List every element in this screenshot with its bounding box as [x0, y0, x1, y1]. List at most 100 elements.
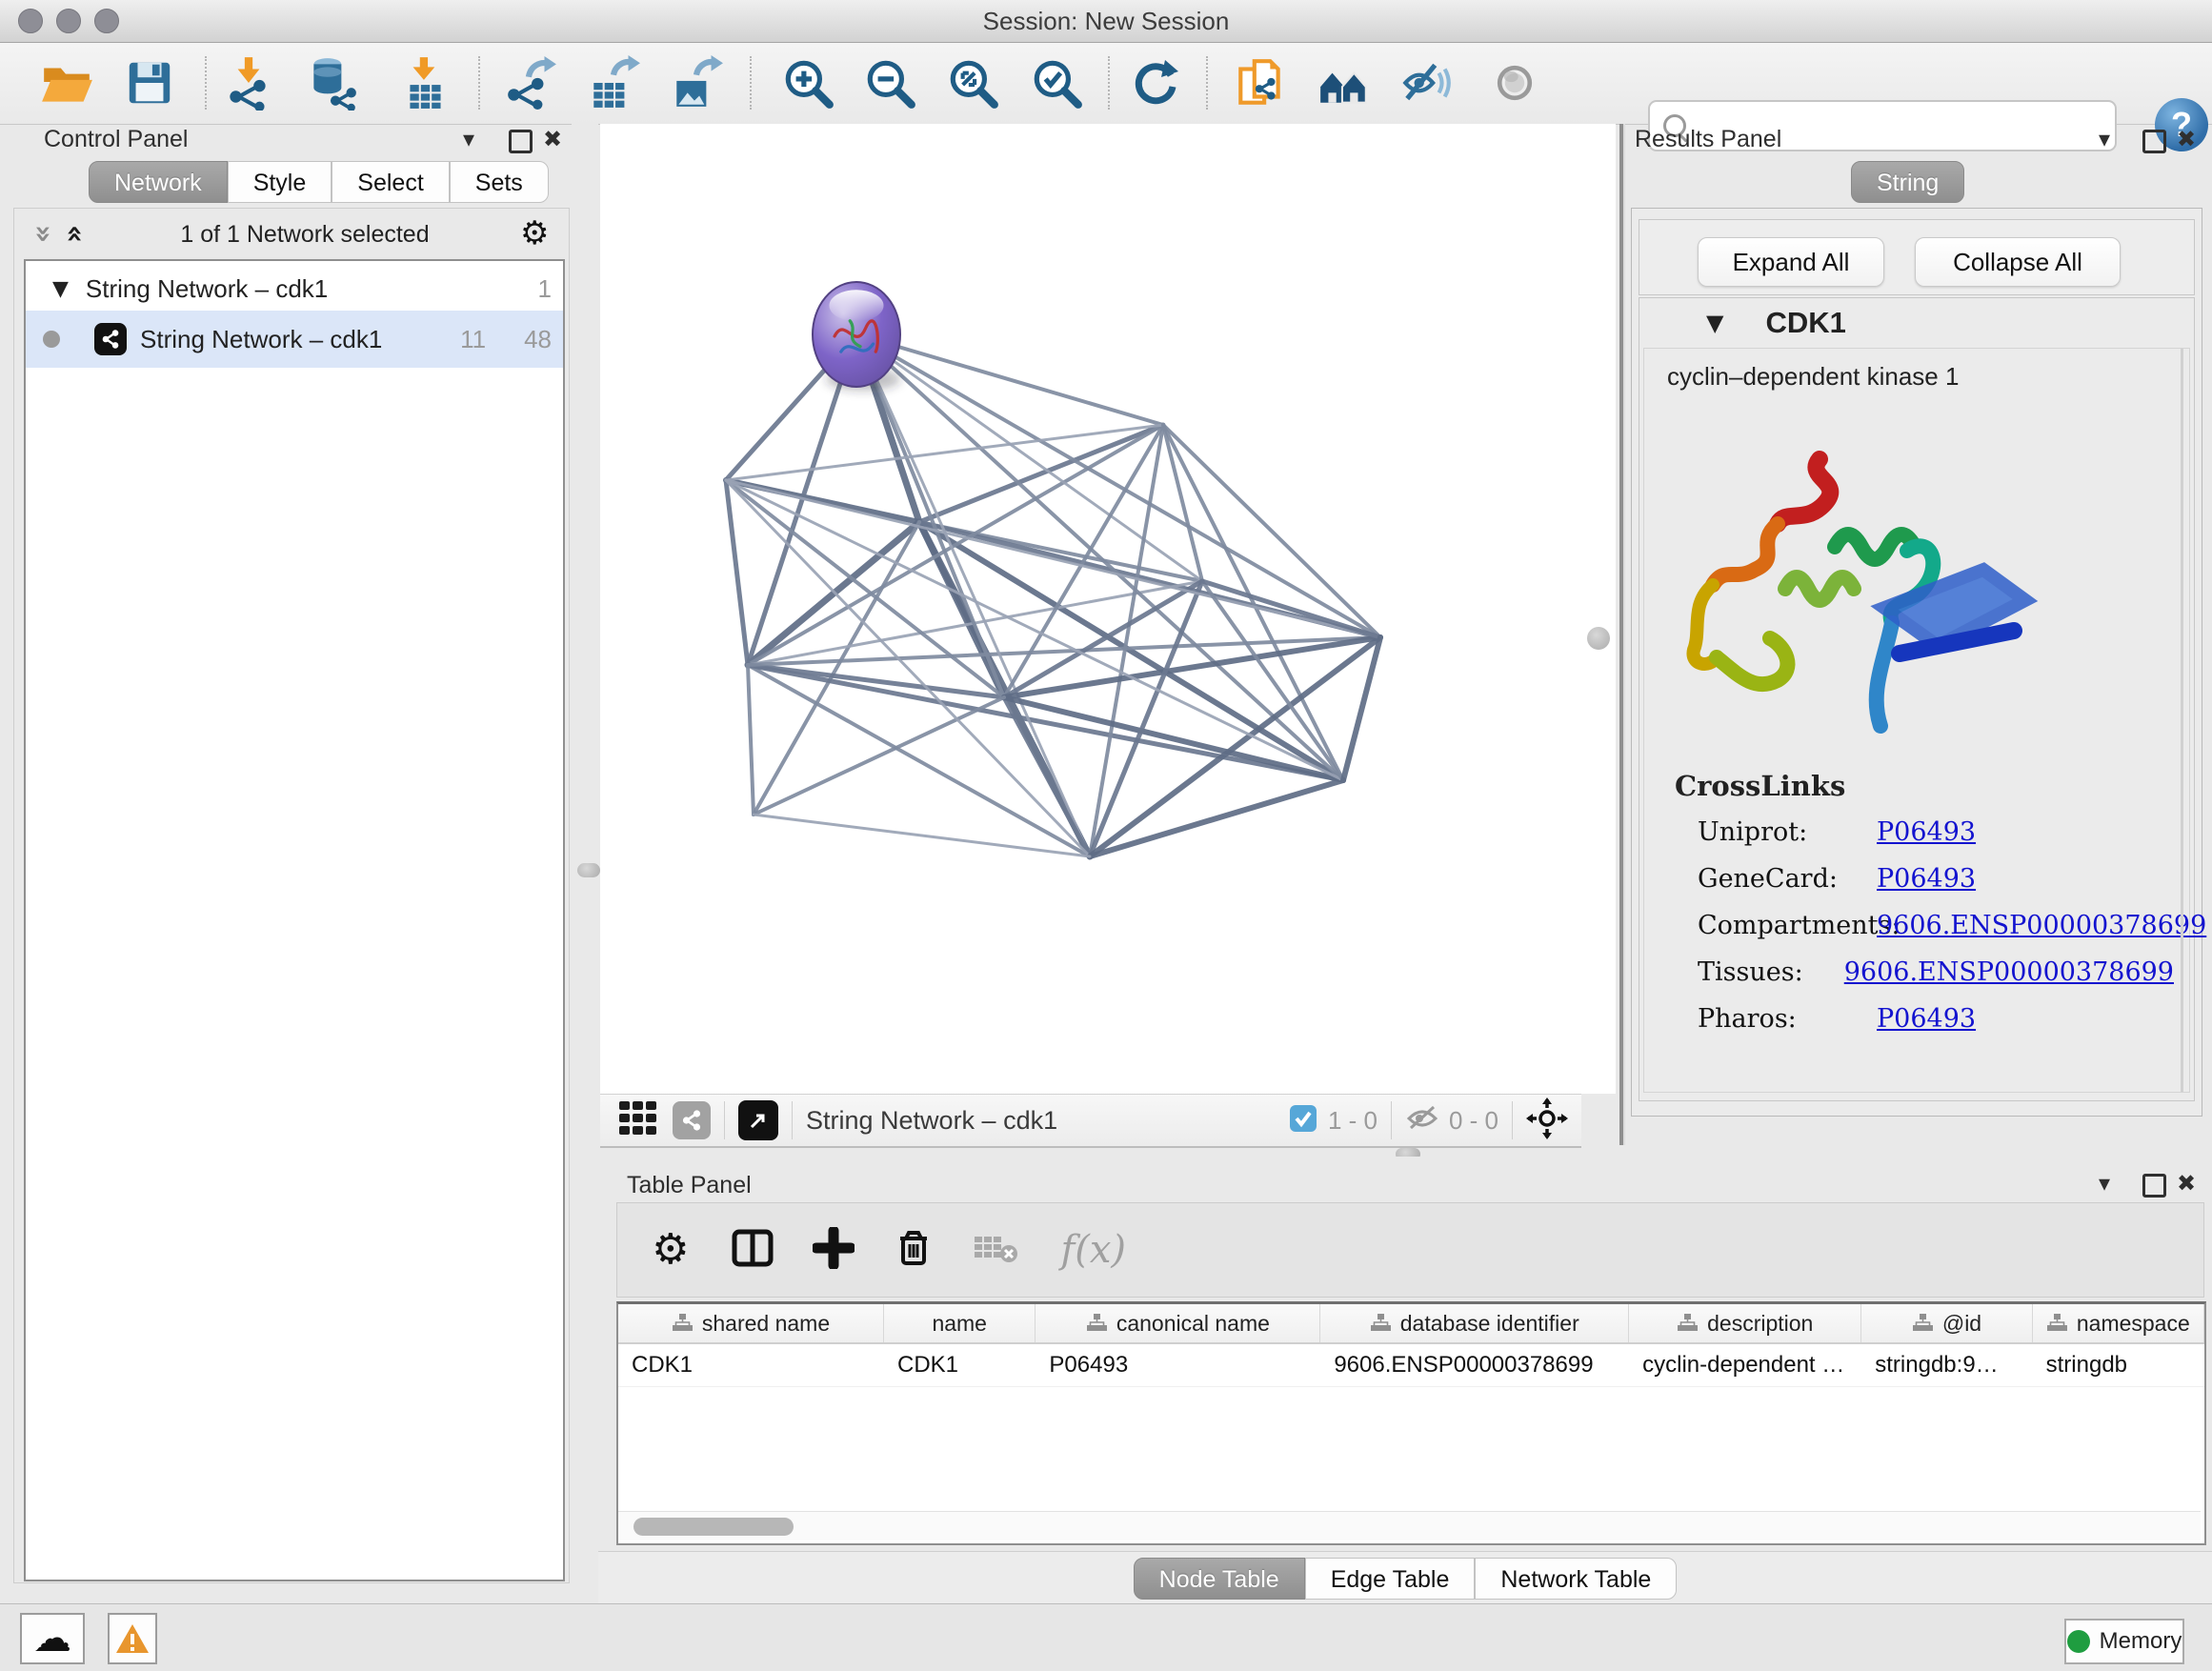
tab-style[interactable]: Style: [228, 161, 332, 203]
delete-column-icon[interactable]: [893, 1227, 935, 1274]
edge-CCNB2-CDKN1A[interactable]: [856, 334, 1343, 780]
collection-expander-icon[interactable]: ▼: [52, 277, 69, 301]
expand-all-networks-icon[interactable]: »: [57, 225, 90, 243]
crosslink-pharos-link[interactable]: P06493: [1877, 1004, 1976, 1034]
table-panel-float-button[interactable]: [2142, 1174, 2166, 1198]
table-hscrollbar-thumb[interactable]: [633, 1518, 794, 1536]
column-header-description[interactable]: description: [1629, 1304, 1861, 1342]
hide-details-button[interactable]: [1398, 54, 1456, 111]
show-columns-icon[interactable]: [731, 1226, 774, 1275]
column-header-database-identifier[interactable]: database identifier: [1320, 1304, 1629, 1342]
birdseye-grid-icon[interactable]: [617, 1097, 659, 1144]
results-divider[interactable]: [1619, 124, 1625, 1145]
tab-edge-table[interactable]: Edge Table: [1305, 1558, 1476, 1600]
zoom-in-button[interactable]: [779, 54, 836, 111]
node-CCNB2[interactable]: [813, 282, 900, 391]
control-panel-float-button[interactable]: [509, 130, 533, 153]
control-panel-gear-icon[interactable]: ⚙: [520, 217, 549, 250]
results-panel-close-button[interactable]: ✖: [2177, 125, 2196, 153]
table-hscrollbar[interactable]: [618, 1511, 2201, 1540]
zoom-out-button[interactable]: [861, 54, 918, 111]
edge-CCNB2-CCNA1[interactable]: [856, 334, 1163, 425]
right-splitter-handle[interactable]: [1587, 627, 1610, 650]
entry-expander-icon[interactable]: ▼: [1706, 310, 1723, 336]
crosslink-genecard-link[interactable]: P06493: [1877, 864, 1976, 894]
crosslink-uniprot-link[interactable]: P06493: [1877, 817, 1976, 847]
zoom-selected-button[interactable]: [1028, 54, 1085, 111]
export-image-button[interactable]: [668, 54, 725, 111]
export-network-button[interactable]: [502, 54, 559, 111]
result-entry-header[interactable]: ▼ CDK1: [1639, 298, 2194, 348]
tab-sets[interactable]: Sets: [450, 161, 549, 203]
import-database-button[interactable]: [303, 54, 360, 111]
control-panel-menu-button[interactable]: ▾: [463, 126, 474, 154]
pan-crosshair-icon[interactable]: [1526, 1097, 1568, 1144]
collapse-all-button[interactable]: Collapse All: [1915, 237, 2121, 287]
save-session-button[interactable]: [121, 54, 178, 111]
table-cell[interactable]: CDK1: [884, 1344, 1036, 1386]
tab-string[interactable]: String: [1851, 161, 1964, 203]
edge-CCNB2-RB1[interactable]: [856, 334, 1380, 637]
collapse-all-networks-icon[interactable]: »: [27, 225, 60, 243]
edge-CCNE1-CDKN1A[interactable]: [1090, 780, 1343, 856]
results-panel-menu-button[interactable]: ▾: [2099, 126, 2110, 154]
left-splitter[interactable]: [572, 124, 598, 1145]
table-gear-icon[interactable]: ⚙: [652, 1234, 689, 1266]
table-cell[interactable]: CDK1: [618, 1344, 884, 1386]
crosslink-tissues-link[interactable]: 9606.ENSP00000378699: [1844, 957, 2174, 987]
open-in-window-icon[interactable]: [738, 1100, 778, 1140]
table-cell[interactable]: P06493: [1036, 1344, 1320, 1386]
edge-CCNB1-CCNA2[interactable]: [748, 665, 1004, 697]
node-table[interactable]: shared namenamecanonical namedatabase id…: [616, 1301, 2206, 1545]
table-cell[interactable]: stringdb: [2033, 1344, 2204, 1386]
add-column-icon[interactable]: [813, 1227, 855, 1274]
table-cell[interactable]: 9606.ENSP00000378699: [1320, 1344, 1629, 1386]
tab-network[interactable]: Network: [89, 161, 228, 203]
edge-CCNB1-CDC25B[interactable]: [726, 480, 748, 665]
table-cell[interactable]: stringdb:9…: [1861, 1344, 2032, 1386]
tab-node-table[interactable]: Node Table: [1134, 1558, 1305, 1600]
network-canvas[interactable]: [600, 124, 1581, 1094]
column-header--id[interactable]: @id: [1861, 1304, 2032, 1342]
column-header-namespace[interactable]: namespace: [2033, 1304, 2204, 1342]
table-panel-menu-button[interactable]: ▾: [2099, 1170, 2110, 1198]
tab-select[interactable]: Select: [332, 161, 449, 203]
control-panel-close-button[interactable]: ✖: [543, 125, 562, 153]
left-splitter-handle[interactable]: [577, 863, 600, 877]
crosslink-compartments-link[interactable]: 9606.ENSP00000378699: [1877, 911, 2206, 940]
edge-CCNA2-HIST1H1A[interactable]: [754, 697, 1004, 815]
network-graph[interactable]: [600, 124, 1581, 1094]
refresh-button[interactable]: [1127, 54, 1184, 111]
open-session-button[interactable]: [38, 54, 95, 111]
edge-CCNB1-HIST1H1A[interactable]: [748, 665, 754, 815]
hidden-eye-icon[interactable]: [1405, 1101, 1439, 1140]
string-view-icon[interactable]: [673, 1101, 711, 1139]
function-builder-button[interactable]: f(x): [1060, 1228, 1126, 1272]
results-panel-float-button[interactable]: [2142, 130, 2166, 153]
cloud-status-button[interactable]: ☁: [20, 1613, 85, 1664]
neighborhood-button[interactable]: [1316, 54, 1373, 111]
column-header-shared-name[interactable]: shared name: [618, 1304, 884, 1342]
warnings-button[interactable]: [108, 1613, 157, 1664]
network-row-selected[interactable]: String Network – cdk1 11 48: [26, 311, 563, 368]
selected-checkbox-icon[interactable]: [1288, 1103, 1318, 1138]
export-table-button[interactable]: [585, 54, 642, 111]
edge-CCNB2-CCNE1[interactable]: [856, 334, 1090, 856]
column-header-name[interactable]: name: [884, 1304, 1036, 1342]
bird-eye-toggle-button[interactable]: [1486, 54, 1543, 111]
import-network-button[interactable]: [220, 54, 277, 111]
memory-button[interactable]: Memory: [2064, 1619, 2184, 1664]
import-table-button[interactable]: [397, 54, 454, 111]
table-cell[interactable]: cyclin-dependent …: [1629, 1344, 1861, 1386]
edge-CCNE1-HIST1H1A[interactable]: [754, 815, 1090, 856]
table-panel-close-button[interactable]: ✖: [2177, 1169, 2196, 1198]
expand-all-button[interactable]: Expand All: [1698, 237, 1884, 287]
table-row[interactable]: CDK1CDK1P064939606.ENSP00000378699cyclin…: [618, 1344, 2204, 1387]
zoom-fit-button[interactable]: [944, 54, 1001, 111]
network-collection-row[interactable]: ▼ String Network – cdk1 1: [26, 261, 563, 311]
tab-network-table[interactable]: Network Table: [1475, 1558, 1677, 1600]
column-header-canonical-name[interactable]: canonical name: [1036, 1304, 1320, 1342]
delete-table-icon[interactable]: [973, 1231, 1018, 1270]
clone-network-button[interactable]: [1232, 54, 1289, 111]
results-scrollbar[interactable]: [2181, 349, 2183, 1092]
